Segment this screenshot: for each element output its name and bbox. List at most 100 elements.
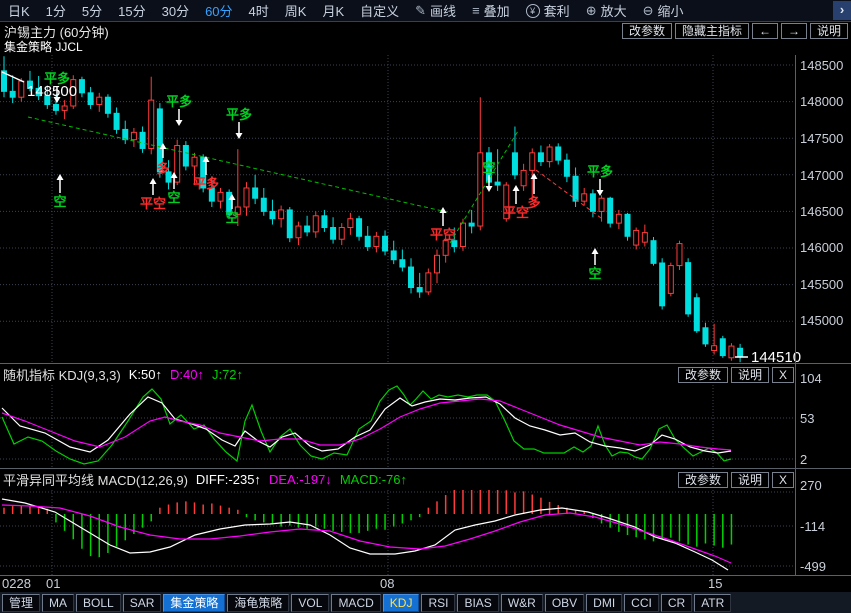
main-chart-header: 沪锡主力 (60分钟) 改参数 隐藏主指标 ← → 说明: [0, 22, 851, 40]
kdj-values: 随机指标 KDJ(9,3,3) K:50↑ D:40↑ J:72↑: [0, 365, 243, 384]
tab-OBV[interactable]: OBV: [545, 594, 584, 612]
period-5分[interactable]: 5分: [74, 1, 110, 20]
tab-ATR[interactable]: ATR: [694, 594, 731, 612]
period-30分[interactable]: 30分: [154, 1, 197, 20]
date-label-0228: 0228: [2, 576, 31, 591]
tab-集金策略[interactable]: 集金策略: [163, 594, 225, 612]
main-candlestick-chart[interactable]: 平多空平空多空平多平多空平多平空空平空多空平多148500144510: [0, 55, 851, 363]
tool-套利[interactable]: ¥ 套利: [518, 1, 578, 20]
kdj-k-value: K:50↑: [129, 367, 162, 382]
svg-text:空: 空: [588, 266, 601, 281]
tab-W&R[interactable]: W&R: [501, 594, 543, 612]
scroll-right-button[interactable]: →: [781, 23, 807, 39]
tab-海龟策略[interactable]: 海龟策略: [227, 594, 289, 612]
macd-values: 平滑异同平均线 MACD(12,26,9) DIFF:-235↑ DEA:-19…: [0, 470, 407, 489]
zoom-in-icon: ⊕: [586, 4, 597, 17]
indicator-tab-bar: 管理MABOLLSAR集金策略海龟策略VOLMACDKDJRSIBIASW&RO…: [0, 592, 851, 613]
svg-text:空: 空: [482, 160, 495, 175]
macd-change-params-button[interactable]: 改参数: [678, 472, 728, 488]
zoom-out-icon: ⊖: [643, 4, 654, 17]
date-label-01: 01: [46, 576, 60, 591]
x-axis-date-labels: 0228 01 08 15: [0, 575, 851, 592]
macd-buttons: 改参数 说明 X: [678, 472, 794, 488]
svg-text:平空: 平空: [503, 205, 529, 220]
kdj-d-value: D:40↑: [170, 367, 204, 382]
period-日K[interactable]: 日K: [0, 1, 38, 20]
kdj-buttons: 改参数 说明 X: [678, 367, 794, 383]
period-selector: 日K1分5分15分30分60分4时周K月K自定义: [0, 1, 407, 20]
period-15分[interactable]: 15分: [110, 1, 153, 20]
tab-RSI[interactable]: RSI: [421, 594, 455, 612]
svg-text:多: 多: [527, 195, 540, 210]
overlay-icon: ≡: [472, 4, 480, 17]
tab-MACD[interactable]: MACD: [331, 594, 380, 612]
kdj-indicator-chart[interactable]: [0, 385, 851, 468]
hide-main-indicator-button[interactable]: 隐藏主指标: [675, 23, 749, 39]
kdj-panel-header: 随机指标 KDJ(9,3,3) K:50↑ D:40↑ J:72↑ 改参数 说明…: [0, 363, 851, 385]
macd-panel-header: 平滑异同平均线 MACD(12,26,9) DIFF:-235↑ DEA:-19…: [0, 468, 851, 490]
trading-app-window: 日K1分5分15分30分60分4时周K月K自定义 ✎ 画线 ≡ 叠加 ¥ 套利 ⊕ 放大 ⊖ 缩小…: [0, 0, 851, 613]
pencil-icon: ✎: [415, 4, 426, 17]
tab-管理[interactable]: 管理: [2, 594, 40, 612]
tool-叠加[interactable]: ≡ 叠加: [464, 1, 518, 20]
date-label-08: 08: [380, 576, 394, 591]
macd-title: 平滑异同平均线 MACD(12,26,9): [3, 470, 188, 489]
help-button[interactable]: 说明: [810, 23, 848, 39]
tool-缩小[interactable]: ⊖ 缩小: [635, 1, 692, 20]
scroll-left-button[interactable]: ←: [752, 23, 778, 39]
instrument-title: 沪锡主力 (60分钟): [0, 22, 109, 41]
svg-text:平多: 平多: [587, 164, 613, 179]
tool-label: 叠加: [484, 1, 510, 20]
svg-text:空: 空: [167, 190, 180, 205]
tool-label: 套利: [544, 1, 570, 20]
axis-separator-line: [795, 55, 796, 575]
tab-MA[interactable]: MA: [42, 594, 74, 612]
kdj-help-button[interactable]: 说明: [731, 367, 769, 383]
macd-diff-value: DIFF:-235↑: [196, 472, 261, 487]
period-4时[interactable]: 4时: [241, 1, 277, 20]
tool-label: 放大: [601, 1, 627, 20]
tab-CR[interactable]: CR: [661, 594, 692, 612]
tab-KDJ[interactable]: KDJ: [383, 594, 420, 612]
svg-text:平空: 平空: [140, 196, 166, 211]
kdj-j-value: J:72↑: [212, 367, 243, 382]
macd-indicator-chart[interactable]: [0, 490, 851, 575]
main-chart-buttons: 改参数 隐藏主指标 ← → 说明: [622, 23, 851, 39]
svg-text:平多: 平多: [193, 176, 219, 191]
kdj-change-params-button[interactable]: 改参数: [678, 367, 728, 383]
svg-text:多: 多: [156, 161, 169, 176]
macd-help-button[interactable]: 说明: [731, 472, 769, 488]
period-自定义[interactable]: 自定义: [352, 1, 407, 20]
svg-text:144510: 144510: [751, 349, 801, 363]
macd-dea-value: DEA:-197↓: [269, 472, 332, 487]
toolbar-more-button[interactable]: ›: [833, 1, 851, 20]
period-60分[interactable]: 60分: [197, 1, 240, 20]
chart-tools: ✎ 画线 ≡ 叠加 ¥ 套利 ⊕ 放大 ⊖ 缩小: [407, 1, 691, 20]
strategy-label: 集金策略 JJCL: [0, 40, 851, 55]
date-label-15: 15: [708, 576, 722, 591]
tab-BIAS[interactable]: BIAS: [457, 594, 498, 612]
tool-放大[interactable]: ⊕ 放大: [578, 1, 635, 20]
period-月K[interactable]: 月K: [314, 1, 352, 20]
kdj-close-button[interactable]: X: [772, 367, 794, 383]
tool-label: 画线: [430, 1, 456, 20]
svg-text:平多: 平多: [166, 94, 192, 109]
tab-BOLL[interactable]: BOLL: [76, 594, 121, 612]
svg-text:平多: 平多: [226, 107, 252, 122]
period-1分[interactable]: 1分: [38, 1, 74, 20]
top-toolbar: 日K1分5分15分30分60分4时周K月K自定义 ✎ 画线 ≡ 叠加 ¥ 套利 ⊕ 放大 ⊖ 缩小…: [0, 0, 851, 22]
arbitrage-icon: ¥: [526, 4, 540, 18]
tab-VOL[interactable]: VOL: [291, 594, 329, 612]
macd-close-button[interactable]: X: [772, 472, 794, 488]
tool-画线[interactable]: ✎ 画线: [407, 1, 464, 20]
period-周K[interactable]: 周K: [277, 1, 315, 20]
tool-label: 缩小: [658, 1, 684, 20]
tab-CCI[interactable]: CCI: [624, 594, 659, 612]
tab-DMI[interactable]: DMI: [586, 594, 622, 612]
change-params-button[interactable]: 改参数: [622, 23, 672, 39]
tab-SAR[interactable]: SAR: [123, 594, 162, 612]
svg-text:空: 空: [225, 210, 238, 225]
svg-text:平空: 平空: [430, 227, 456, 242]
svg-text:空: 空: [53, 194, 66, 209]
macd-macd-value: MACD:-76↑: [340, 472, 407, 487]
